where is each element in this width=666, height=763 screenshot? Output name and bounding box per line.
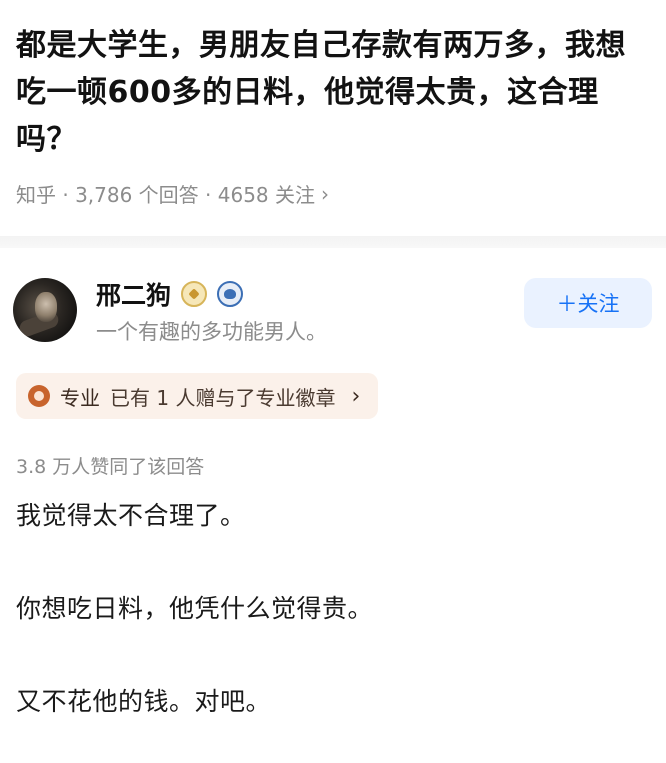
answer-card: 邢二狗 一个有趣的多功能男人。 ＋关注 专业 已有 1 人赠与了专业徽章 › 3…	[0, 248, 666, 716]
pro-badge-text: 已有 1 人赠与了专业徽章	[110, 385, 336, 410]
chevron-right-icon: ›	[321, 181, 330, 206]
chevron-right-icon: ›	[351, 383, 361, 409]
avatar-face-shape	[35, 292, 57, 322]
answer-paragraph: 又不花他的钱。对吧。	[16, 687, 272, 716]
question-title[interactable]: 都是大学生，男朋友自己存款有两万多，我想吃一顿600多的日料，他觉得太贵，这合理…	[16, 22, 652, 163]
answer-paragraph: 我觉得太不合理了。	[16, 501, 246, 530]
section-divider	[0, 236, 666, 248]
certified-badge-icon[interactable]	[181, 281, 208, 307]
answer-paragraph: 你想吃日料，他凭什么觉得贵。	[16, 594, 374, 623]
pro-badge-tag[interactable]: 专业 已有 1 人赠与了专业徽章 ›	[16, 373, 379, 419]
avatar[interactable]	[13, 278, 77, 342]
author-name-row: 邢二狗	[96, 276, 244, 312]
question-meta-text: 知乎 · 3,786 个回答 · 4658 关注	[16, 183, 316, 207]
author-name[interactable]: 邢二狗	[96, 276, 171, 312]
pro-badge-label: 专业	[60, 385, 100, 410]
avatar-badge-icon[interactable]	[217, 281, 244, 307]
question-meta[interactable]: 知乎 · 3,786 个回答 · 4658 关注 ›	[16, 179, 652, 208]
author-bio: 一个有趣的多功能男人。	[96, 320, 327, 344]
vote-count: 3.8 万人赞同了该回答	[16, 456, 205, 478]
question-header: 都是大学生，男朋友自己存款有两万多，我想吃一顿600多的日料，他觉得太贵，这合理…	[0, 0, 666, 208]
answer-content[interactable]: 我觉得太不合理了。 你想吃日料，他凭什么觉得贵。 又不花他的钱。对吧。	[16, 498, 373, 720]
medal-icon	[28, 385, 50, 407]
author-row: 邢二狗 一个有趣的多功能男人。 ＋关注	[0, 248, 666, 358]
follow-button[interactable]: ＋关注	[524, 278, 652, 328]
